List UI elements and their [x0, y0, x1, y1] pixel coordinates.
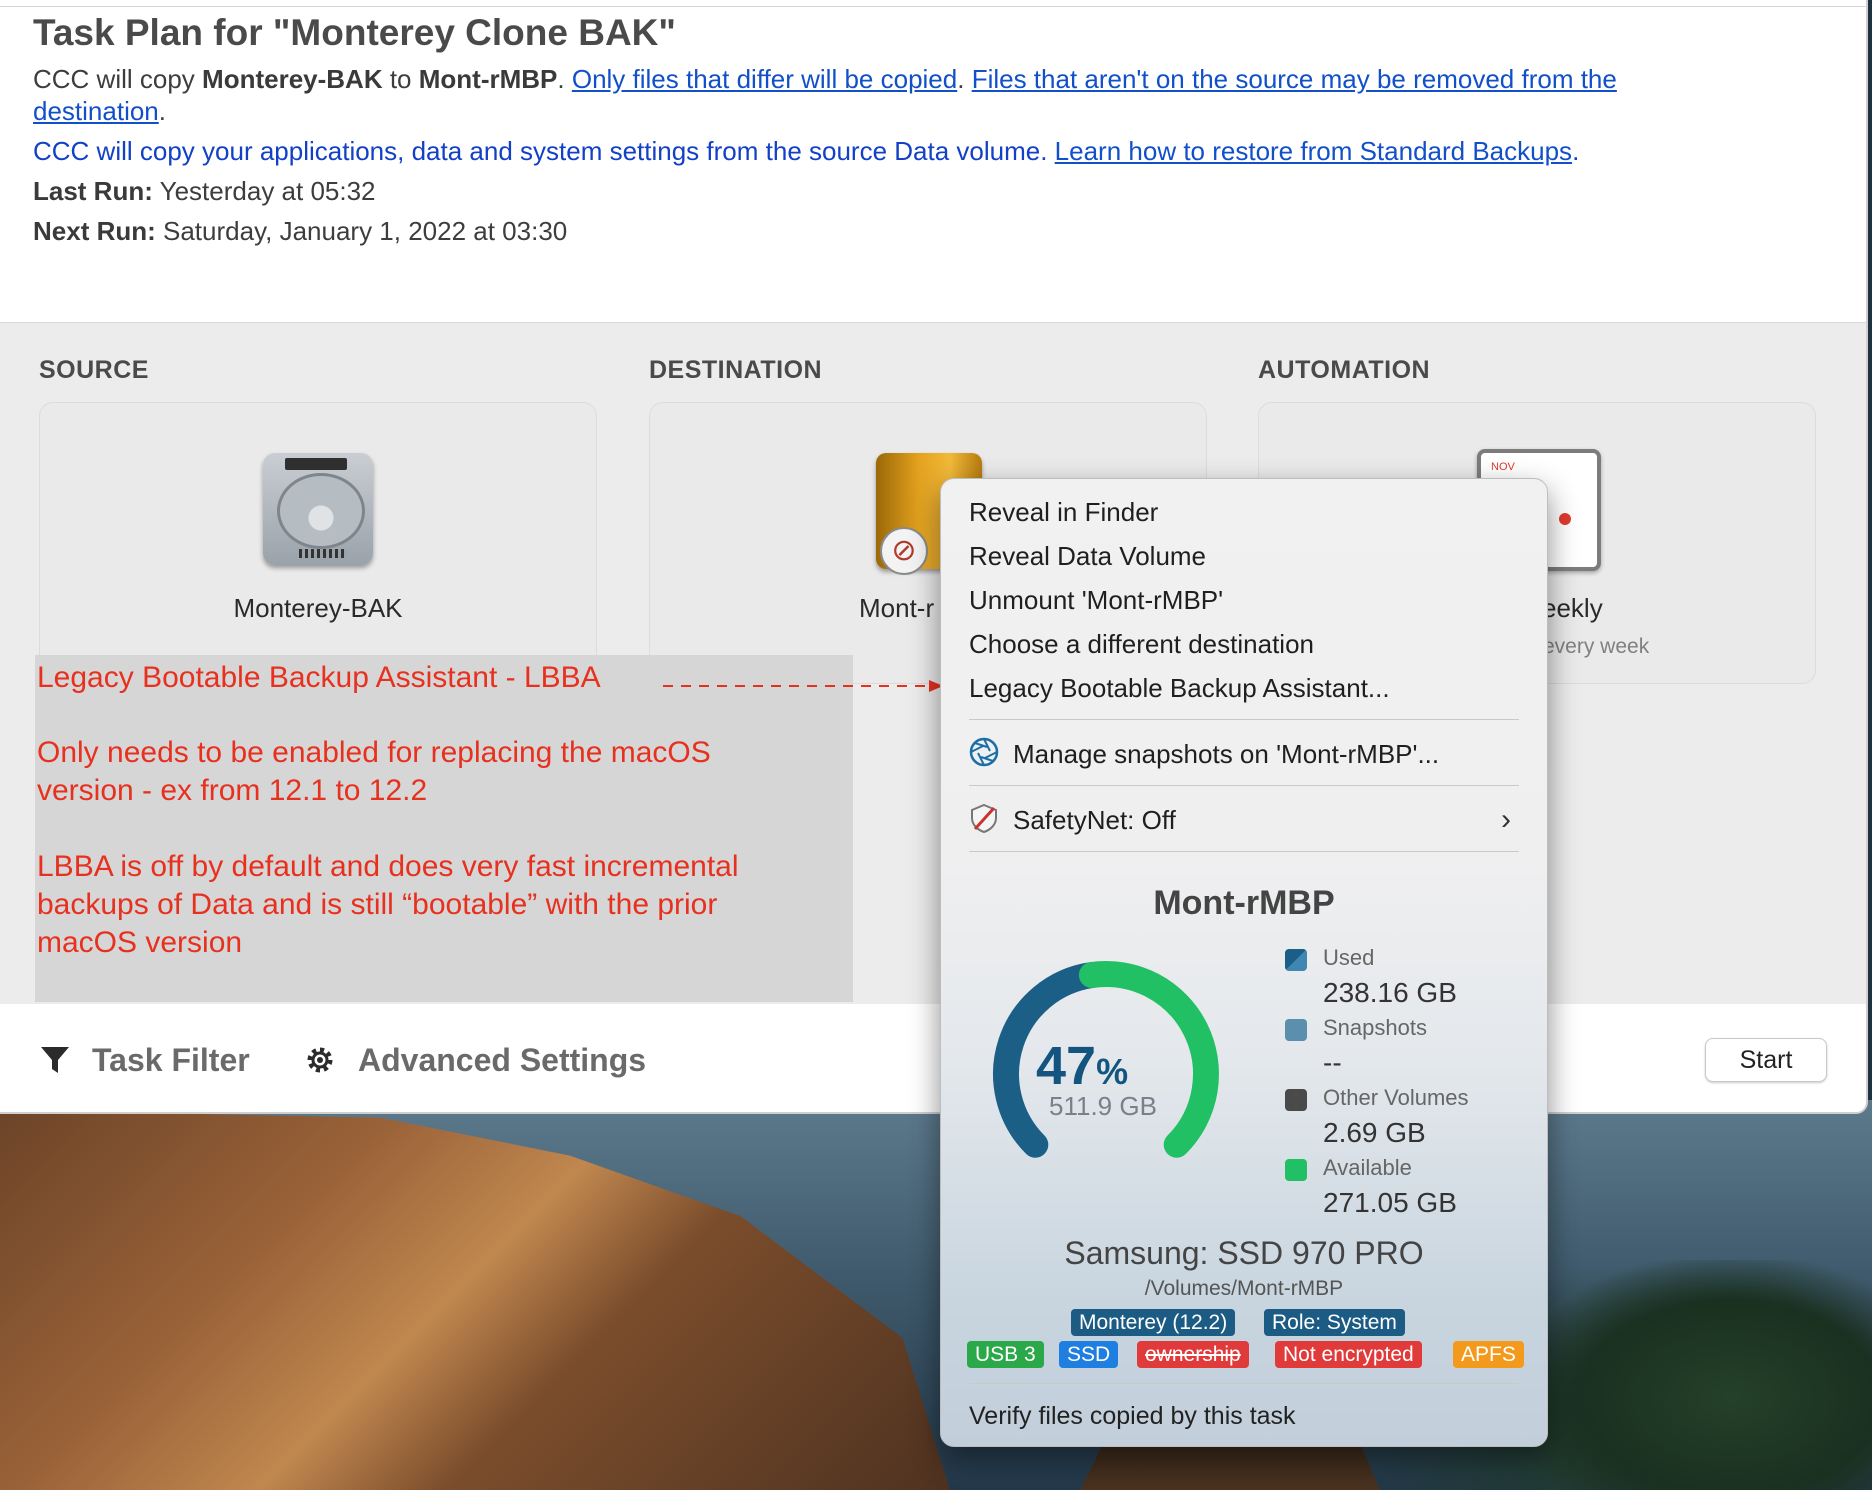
destination-volume-name: Mont-rMBP [418, 64, 558, 94]
menu-item-verify-files[interactable]: Verify files copied by this task [969, 1402, 1296, 1431]
no-safetynet-badge-icon: ⊘ [880, 527, 928, 575]
encryption-badge: Not encrypted [1275, 1341, 1422, 1368]
legend-used-label: Used [1323, 945, 1375, 970]
destination-section-label: DESTINATION [649, 356, 823, 384]
mount-path: /Volumes/Mont-rMBP [1144, 1277, 1344, 1300]
legend-snapshots-swatch [1285, 1019, 1307, 1041]
source-card[interactable]: Monterey-BAK [39, 402, 597, 684]
legend-snapshots-value: -- [1323, 1047, 1342, 1078]
ccc-task-window: Task Plan for "Monterey Clone BAK" CCC w… [0, 0, 1868, 1114]
start-button[interactable]: Start [1705, 1038, 1827, 1082]
shield-off-icon [971, 803, 997, 833]
menu-item-manage-snapshots[interactable]: Manage snapshots on 'Mont-rMBP'... [1013, 739, 1439, 770]
automation-name: eekly [1542, 593, 1603, 623]
bottom-toolbar: Task Filter Advanced Settings Start [0, 1004, 1866, 1112]
source-volume-name: Monterey-BAK [202, 64, 383, 94]
last-run: Last Run: Yesterday at 05:32 [33, 176, 376, 206]
annotation-title: Legacy Bootable Backup Assistant - LBBA [37, 661, 601, 694]
data-volume-note: CCC will copy your applications, data an… [33, 136, 1580, 166]
volume-role-badge: Role: System [1264, 1309, 1405, 1336]
automation-section-label: AUTOMATION [1258, 356, 1431, 384]
menu-item-reveal-in-finder[interactable]: Reveal in Finder [969, 497, 1158, 528]
menu-item-unmount[interactable]: Unmount 'Mont-rMBP' [969, 585, 1223, 616]
advanced-settings-button[interactable]: Advanced Settings [358, 1042, 646, 1079]
wallpaper-tree [1520, 1260, 1872, 1490]
menu-item-reveal-data-volume[interactable]: Reveal Data Volume [969, 541, 1206, 572]
files-removed-link[interactable]: Files that aren't on the source may be r… [972, 64, 1617, 94]
ssd-badge: SSD [1059, 1341, 1119, 1368]
restore-help-link[interactable]: Learn how to restore from Standard Backu… [1055, 136, 1572, 166]
menu-item-safetynet[interactable]: SafetyNet: Off [1013, 805, 1176, 836]
destination-name: Mont-r [859, 593, 935, 623]
legend-snapshots-label: Snapshots [1323, 1015, 1427, 1040]
legend-available-swatch [1285, 1159, 1307, 1181]
automation-schedule: every week [1543, 635, 1650, 658]
disk-name: Mont-rMBP [1153, 884, 1335, 922]
task-summary-line: CCC will copy Monterey-BAK to Mont-rMBP.… [33, 64, 1617, 94]
menu-separator [969, 851, 1519, 852]
menu-separator [969, 785, 1519, 786]
annotation-arrow [663, 680, 943, 692]
menu-item-legacy-bootable-assistant[interactable]: Legacy Bootable Backup Assistant... [969, 673, 1390, 704]
menu-item-choose-destination[interactable]: Choose a different destination [969, 629, 1314, 660]
source-name: Monterey-BAK [233, 593, 403, 623]
ownership-badge: ownership [1137, 1341, 1249, 1368]
task-plan-title: Task Plan for "Monterey Clone BAK" [33, 12, 676, 53]
legend-available-value: 271.05 GB [1323, 1187, 1457, 1218]
os-version-badge: Monterey (12.2) [1071, 1309, 1236, 1336]
legend-other-volumes-label: Other Volumes [1323, 1085, 1469, 1110]
next-run: Next Run: Saturday, January 1, 2022 at 0… [33, 216, 568, 246]
source-section-label: SOURCE [39, 356, 149, 384]
only-differ-link[interactable]: Only files that differ will be copied [572, 64, 957, 94]
legend-available-label: Available [1323, 1155, 1412, 1180]
menu-separator [969, 1383, 1519, 1384]
task-summary-line-wrap: destination. [33, 96, 166, 126]
funnel-icon[interactable] [39, 1044, 71, 1076]
legend-other-volumes-swatch [1285, 1089, 1307, 1111]
legend-other-volumes-value: 2.69 GB [1323, 1117, 1426, 1148]
gear-icon[interactable] [304, 1044, 336, 1076]
hard-drive-icon [263, 453, 373, 565]
chevron-right-icon: › [1501, 803, 1511, 836]
task-filter-button[interactable]: Task Filter [92, 1042, 250, 1079]
window-top-edge [0, 0, 1866, 7]
files-removed-link-wrap[interactable]: destination [33, 96, 159, 126]
disk-capacity: 511.9 GB [1049, 1091, 1157, 1121]
legend-used-swatch [1285, 949, 1307, 971]
usb3-badge: USB 3 [967, 1341, 1044, 1368]
legend-used-value: 238.16 GB [1323, 977, 1457, 1008]
usage-percent: 47% [1036, 1036, 1129, 1096]
apfs-badge: APFS [1453, 1341, 1524, 1368]
task-plan-header: Task Plan for "Monterey Clone BAK" CCC w… [0, 0, 1866, 323]
menu-separator [969, 719, 1519, 720]
destination-context-menu: Reveal in Finder Reveal Data Volume Unmo… [940, 478, 1548, 1447]
disk-model: Samsung: SSD 970 PRO [1064, 1235, 1424, 1271]
lbba-annotation: Legacy Bootable Backup Assistant - LBBA … [35, 655, 853, 1002]
aperture-snapshot-icon [969, 737, 999, 767]
